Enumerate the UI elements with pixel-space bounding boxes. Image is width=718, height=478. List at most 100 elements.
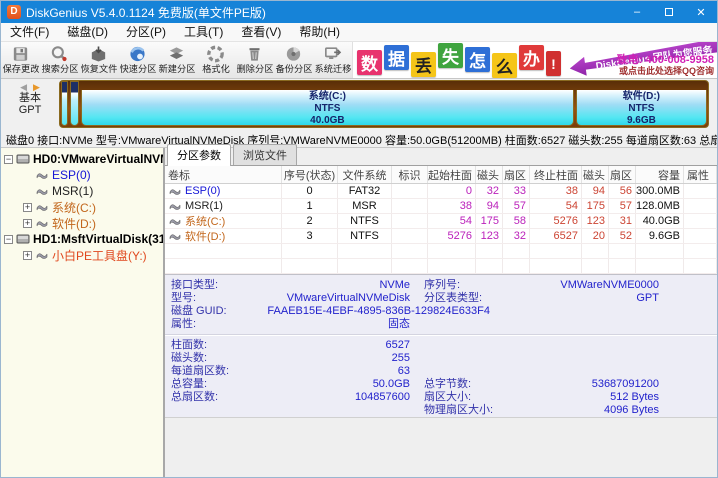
table-cell: 20 xyxy=(582,229,609,243)
tree-item-0[interactable]: −HD0:VMwareVirtualNVMe xyxy=(1,151,163,167)
table-row[interactable]: ESP(0)0FAT3203233389456300.0MB xyxy=(165,184,717,199)
disk-partition-block-2[interactable]: 系统(C:)NTFS40.0GB xyxy=(81,90,574,126)
menu-item-2[interactable]: 分区(P) xyxy=(117,23,175,42)
menu-item-1[interactable]: 磁盘(D) xyxy=(58,23,117,42)
details-label xyxy=(424,318,519,331)
table-cell: 94 xyxy=(476,199,503,213)
details-value: NVMe xyxy=(255,279,410,292)
details-label: 柱面数: xyxy=(165,339,255,352)
maximize-button[interactable] xyxy=(653,1,685,23)
disk-details-panel: 接口类型:NVMe序列号:VMWareNVME0000型号:VMwareVirt… xyxy=(165,274,717,417)
tab-browse-files[interactable]: 浏览文件 xyxy=(233,144,297,165)
tree-item-label: MSR(1) xyxy=(52,184,93,198)
collapse-minus-icon[interactable]: − xyxy=(4,235,13,244)
menu-item-3[interactable]: 工具(T) xyxy=(175,23,232,42)
column-header-5[interactable]: 磁头 xyxy=(476,166,503,183)
toolbar-button-5[interactable]: 格式化 xyxy=(196,42,235,78)
tree-item-1[interactable]: ESP(0) xyxy=(1,167,163,183)
column-header-2[interactable]: 文件系统 xyxy=(338,166,392,183)
toolbar-button-label: 格式化 xyxy=(202,64,230,75)
column-header-4[interactable]: 起始柱面 xyxy=(428,166,476,183)
tree-item-3[interactable]: +系统(C:) xyxy=(1,199,163,215)
menu-item-4[interactable]: 查看(V) xyxy=(232,23,290,42)
expand-plus-icon[interactable]: + xyxy=(23,203,32,212)
save-icon xyxy=(10,44,31,64)
toolbar-button-8[interactable]: 系统迁移 xyxy=(313,42,352,78)
table-row[interactable]: 软件(D:)3NTFS527612332652720529.6GB xyxy=(165,229,717,244)
details-label: 物理扇区大小: xyxy=(424,404,519,417)
details-value: VMwareVirtualNVMeDisk xyxy=(255,292,410,305)
banner-qq-link[interactable]: 或点击此处选择QQ咨询 xyxy=(617,66,714,77)
table-empty-cell xyxy=(684,244,717,258)
minimize-button[interactable]: – xyxy=(621,1,653,23)
search-icon xyxy=(49,44,70,64)
toolbar-button-3[interactable]: 快速分区 xyxy=(118,42,157,78)
table-cell xyxy=(684,199,717,213)
table-empty-row xyxy=(165,244,717,259)
details-label: 序列号: xyxy=(424,279,519,292)
column-header-9[interactable]: 扇区 xyxy=(609,166,636,183)
table-cell: 9.6GB xyxy=(636,229,684,243)
table-row[interactable]: MSR(1)1MSR3894575417557128.0MB xyxy=(165,199,717,214)
column-header-0[interactable]: 卷标 xyxy=(165,166,282,183)
disk-tree: −HD0:VMwareVirtualNVMeESP(0)MSR(1)+系统(C:… xyxy=(1,148,165,478)
table-empty-cell xyxy=(684,259,717,273)
table-cell: 300.0MB xyxy=(636,184,684,198)
toolbar-button-4[interactable]: 新建分区 xyxy=(157,42,196,78)
tree-item-2[interactable]: MSR(1) xyxy=(1,183,163,199)
table-empty-cell xyxy=(282,259,338,273)
disk-partition-block-3[interactable]: 软件(D:)NTFS9.6GB xyxy=(576,90,707,126)
table-cell: 54 xyxy=(428,214,476,228)
table-cell: 128.0MB xyxy=(636,199,684,213)
toolbar-button-0[interactable]: 保存更改 xyxy=(1,42,40,78)
toolbar-button-2[interactable]: 恢复文件 xyxy=(79,42,118,78)
disk-partition-block-0[interactable] xyxy=(61,81,68,126)
toolbar-button-label: 备份分区 xyxy=(275,64,312,75)
partition-icon xyxy=(35,170,49,180)
toolbar-button-label: 系统迁移 xyxy=(314,64,351,75)
tree-item-label: HD1:MsftVirtualDisk(315M xyxy=(33,232,165,246)
table-cell: 3 xyxy=(282,229,338,243)
disk-partition-block-1[interactable] xyxy=(70,81,79,126)
expand-plus-icon[interactable]: + xyxy=(23,219,32,228)
collapse-minus-icon[interactable]: − xyxy=(4,155,13,164)
expand-plus-icon[interactable]: + xyxy=(23,251,32,260)
tree-item-5[interactable]: − HD1:MsftVirtualDisk(315M xyxy=(1,231,163,247)
column-header-3[interactable]: 标识 xyxy=(392,166,428,183)
diskgenius-window: D DiskGenius V5.4.0.1124 免费版(单文件PE版) – ✕… xyxy=(0,0,718,478)
partition-blocks: 系统(C:)NTFS40.0GB软件(D:)NTFS9.6GB xyxy=(60,90,708,127)
column-header-11[interactable]: 属性 xyxy=(684,166,717,183)
column-header-1[interactable]: 序号(状态) xyxy=(282,166,338,183)
table-cell: 32 xyxy=(476,184,503,198)
table-row[interactable]: 系统(C:)2NTFS541755852761233140.0GB xyxy=(165,214,717,229)
details-label: 磁头数: xyxy=(165,352,255,365)
table-cell: 0 xyxy=(282,184,338,198)
table-cell: 57 xyxy=(609,199,636,213)
column-header-10[interactable]: 容量 xyxy=(636,166,684,183)
details-row: 型号:VMwareVirtualNVMeDisk分区表类型:GPT xyxy=(165,292,717,305)
toolbar-button-1[interactable]: 搜索分区 xyxy=(40,42,79,78)
column-header-6[interactable]: 扇区 xyxy=(503,166,530,183)
promo-banner[interactable]: 数据丢失怎么办! DiskGenius 团队为您服务 致电: 400-008-9… xyxy=(352,42,717,78)
menu-item-5[interactable]: 帮助(H) xyxy=(290,23,349,42)
toolbar-button-7[interactable]: 备份分区 xyxy=(274,42,313,78)
table-empty-cell xyxy=(392,244,428,258)
tree-item-4[interactable]: +软件(D:) xyxy=(1,215,163,231)
table-cell: 123 xyxy=(476,229,503,243)
toolbar-button-6[interactable]: 删除分区 xyxy=(235,42,274,78)
close-button[interactable]: ✕ xyxy=(685,1,717,23)
partition-icon xyxy=(35,250,49,260)
column-header-7[interactable]: 终止柱面 xyxy=(530,166,582,183)
menu-item-0[interactable]: 文件(F) xyxy=(1,23,58,42)
tab-partition-params[interactable]: 分区参数 xyxy=(167,144,231,166)
column-header-8[interactable]: 磁头 xyxy=(582,166,609,183)
table-empty-cell xyxy=(476,259,503,273)
quick-partition-icon xyxy=(127,44,148,64)
details-label: 磁盘 GUID: xyxy=(165,305,255,318)
next-disk-arrow-icon[interactable]: ▶ xyxy=(33,82,40,92)
details-row: 柱面数:6527 xyxy=(165,339,717,352)
details-value: 4096 Bytes xyxy=(519,404,659,417)
tree-item-6[interactable]: +小白PE工具盘(Y:) xyxy=(1,247,163,263)
partition-icon xyxy=(35,218,49,228)
prev-disk-arrow-icon[interactable]: ◀ xyxy=(20,82,27,92)
